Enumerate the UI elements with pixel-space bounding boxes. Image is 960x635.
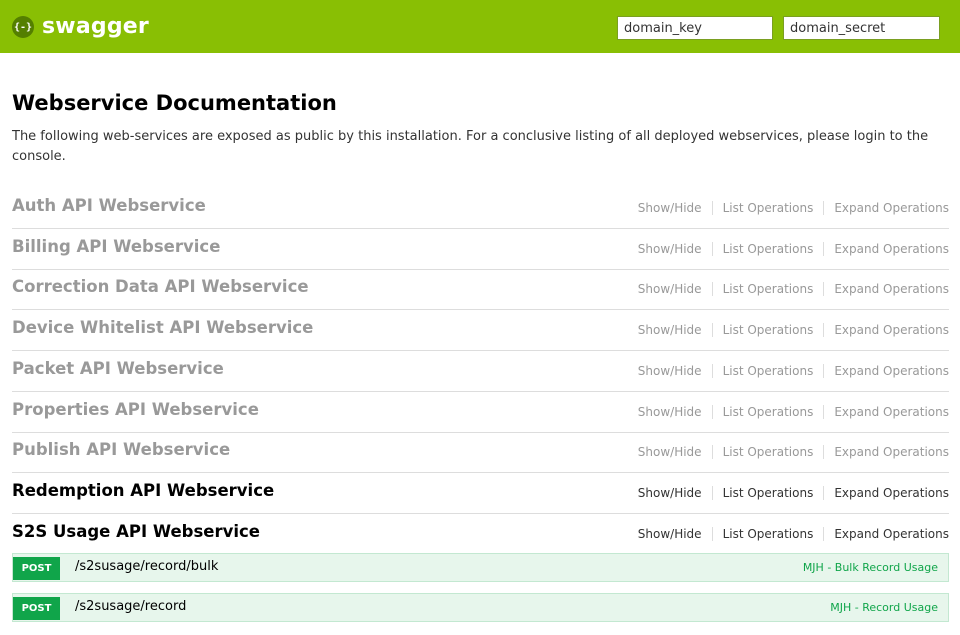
resource-links: Show/Hide List Operations Expand Operati… bbox=[638, 282, 949, 296]
show-hide-link[interactable]: Show/Hide bbox=[638, 242, 712, 256]
domain-secret-input[interactable] bbox=[783, 16, 940, 40]
list-operations-link[interactable]: List Operations bbox=[711, 527, 824, 541]
list-operations-link[interactable]: List Operations bbox=[711, 242, 824, 256]
operation-path[interactable]: /s2susage/record bbox=[75, 599, 186, 614]
resource-links: Show/Hide List Operations Expand Operati… bbox=[638, 527, 949, 541]
resource-links: Show/Hide List Operations Expand Operati… bbox=[638, 364, 949, 378]
resource-device-whitelist: Device Whitelist API Webservice Show/Hid… bbox=[12, 310, 949, 351]
show-hide-link[interactable]: Show/Hide bbox=[638, 405, 712, 419]
resource-name[interactable]: Auth API Webservice bbox=[12, 196, 206, 215]
expand-operations-link[interactable]: Expand Operations bbox=[823, 201, 949, 215]
list-operations-link[interactable]: List Operations bbox=[711, 201, 824, 215]
list-operations-link[interactable]: List Operations bbox=[711, 282, 824, 296]
list-operations-link[interactable]: List Operations bbox=[711, 364, 824, 378]
resource-s2s-usage: S2S Usage API Webservice Show/Hide List … bbox=[12, 514, 949, 555]
expand-operations-link[interactable]: Expand Operations bbox=[823, 486, 949, 500]
resource-links: Show/Hide List Operations Expand Operati… bbox=[638, 405, 949, 419]
show-hide-link[interactable]: Show/Hide bbox=[638, 282, 712, 296]
resource-name[interactable]: Correction Data API Webservice bbox=[12, 277, 309, 296]
resource-name[interactable]: Properties API Webservice bbox=[12, 400, 259, 419]
page-title: Webservice Documentation bbox=[12, 91, 337, 115]
resource-name[interactable]: Publish API Webservice bbox=[12, 440, 230, 459]
operation-path[interactable]: /s2susage/record/bulk bbox=[75, 559, 218, 574]
resource-name[interactable]: S2S Usage API Webservice bbox=[12, 522, 260, 541]
operation-row[interactable]: POST /s2susage/record MJH - Record Usage bbox=[12, 593, 949, 622]
resource-auth: Auth API Webservice Show/Hide List Opera… bbox=[12, 188, 949, 229]
expand-operations-link[interactable]: Expand Operations bbox=[823, 527, 949, 541]
post-method-badge[interactable]: POST bbox=[13, 597, 60, 620]
list-operations-link[interactable]: List Operations bbox=[711, 405, 824, 419]
list-operations-link[interactable]: List Operations bbox=[711, 445, 824, 459]
swagger-logo[interactable]: {-} swagger bbox=[12, 0, 149, 53]
resource-packet: Packet API Webservice Show/Hide List Ope… bbox=[12, 351, 949, 392]
resource-correction-data: Correction Data API Webservice Show/Hide… bbox=[12, 269, 949, 310]
expand-operations-link[interactable]: Expand Operations bbox=[823, 242, 949, 256]
resource-name[interactable]: Packet API Webservice bbox=[12, 359, 224, 378]
logo-text: swagger bbox=[42, 14, 149, 39]
resource-links: Show/Hide List Operations Expand Operati… bbox=[638, 242, 949, 256]
show-hide-link[interactable]: Show/Hide bbox=[638, 486, 712, 500]
show-hide-link[interactable]: Show/Hide bbox=[638, 364, 712, 378]
show-hide-link[interactable]: Show/Hide bbox=[638, 323, 712, 337]
top-bar: {-} swagger bbox=[0, 0, 960, 53]
swagger-icon: {-} bbox=[12, 16, 34, 38]
resource-properties: Properties API Webservice Show/Hide List… bbox=[12, 392, 949, 433]
list-operations-link[interactable]: List Operations bbox=[711, 486, 824, 500]
show-hide-link[interactable]: Show/Hide bbox=[638, 527, 712, 541]
show-hide-link[interactable]: Show/Hide bbox=[638, 445, 712, 459]
resource-redemption: Redemption API Webservice Show/Hide List… bbox=[12, 473, 949, 514]
page-description: The following web-services are exposed a… bbox=[12, 129, 929, 164]
expand-operations-link[interactable]: Expand Operations bbox=[823, 323, 949, 337]
operation-summary[interactable]: MJH - Record Usage bbox=[830, 601, 938, 614]
operation-summary[interactable]: MJH - Bulk Record Usage bbox=[803, 561, 938, 574]
resource-links: Show/Hide List Operations Expand Operati… bbox=[638, 201, 949, 215]
list-operations-link[interactable]: List Operations bbox=[711, 323, 824, 337]
resource-name[interactable]: Billing API Webservice bbox=[12, 237, 220, 256]
resource-links: Show/Hide List Operations Expand Operati… bbox=[638, 323, 949, 337]
resource-links: Show/Hide List Operations Expand Operati… bbox=[638, 445, 949, 459]
resource-publish: Publish API Webservice Show/Hide List Op… bbox=[12, 432, 949, 473]
domain-key-input[interactable] bbox=[617, 16, 773, 40]
expand-operations-link[interactable]: Expand Operations bbox=[823, 282, 949, 296]
expand-operations-link[interactable]: Expand Operations bbox=[823, 445, 949, 459]
expand-operations-link[interactable]: Expand Operations bbox=[823, 405, 949, 419]
operation-row[interactable]: POST /s2susage/record/bulk MJH - Bulk Re… bbox=[12, 553, 949, 582]
resource-name[interactable]: Device Whitelist API Webservice bbox=[12, 318, 313, 337]
resource-links: Show/Hide List Operations Expand Operati… bbox=[638, 486, 949, 500]
show-hide-link[interactable]: Show/Hide bbox=[638, 201, 712, 215]
resource-name[interactable]: Redemption API Webservice bbox=[12, 481, 274, 500]
post-method-badge[interactable]: POST bbox=[13, 557, 60, 580]
resource-billing: Billing API Webservice Show/Hide List Op… bbox=[12, 229, 949, 270]
expand-operations-link[interactable]: Expand Operations bbox=[823, 364, 949, 378]
